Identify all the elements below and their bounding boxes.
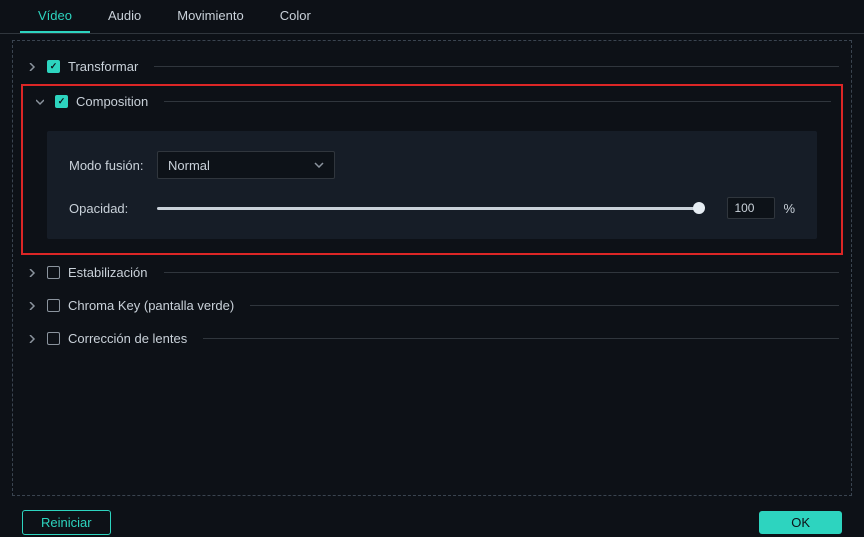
section-title-chromakey: Chroma Key (pantalla verde) <box>68 298 234 313</box>
opacity-row: Opacidad: % <box>69 197 795 219</box>
tab-movimiento[interactable]: Movimiento <box>159 0 261 33</box>
chevron-right-icon <box>25 332 39 346</box>
blend-mode-value: Normal <box>168 158 210 173</box>
checkbox-composition[interactable]: ✓ <box>55 95 68 108</box>
tab-video[interactable]: Vídeo <box>20 0 90 33</box>
section-estabilizacion: Estabilización <box>21 257 843 288</box>
tab-bar: Vídeo Audio Movimiento Color <box>0 0 864 34</box>
tab-color[interactable]: Color <box>262 0 329 33</box>
slider-thumb[interactable] <box>693 202 705 214</box>
opacity-label: Opacidad: <box>69 201 157 216</box>
blend-mode-label: Modo fusión: <box>69 158 157 173</box>
section-transformar: ✓ Transformar <box>21 51 843 82</box>
opacity-slider[interactable] <box>157 207 699 210</box>
chevron-right-icon <box>25 60 39 74</box>
tab-audio[interactable]: Audio <box>90 0 159 33</box>
section-title-correccion: Corrección de lentes <box>68 331 187 346</box>
chevron-right-icon <box>25 299 39 313</box>
checkbox-chromakey[interactable] <box>47 299 60 312</box>
divider <box>154 66 839 67</box>
reset-button[interactable]: Reiniciar <box>22 510 111 535</box>
section-title-estabilizacion: Estabilización <box>68 265 148 280</box>
checkbox-estabilizacion[interactable] <box>47 266 60 279</box>
chevron-down-icon <box>314 160 324 171</box>
section-title-transformar: Transformar <box>68 59 138 74</box>
section-title-composition: Composition <box>76 94 148 109</box>
divider <box>250 305 839 306</box>
section-composition-highlight: ✓ Composition Modo fusión: Normal Opacid… <box>21 84 843 255</box>
blend-mode-row: Modo fusión: Normal <box>69 151 795 179</box>
section-header-correccion[interactable]: Corrección de lentes <box>21 323 843 354</box>
footer: Reiniciar OK <box>0 496 864 535</box>
checkbox-transformar[interactable]: ✓ <box>47 60 60 73</box>
section-correccion: Corrección de lentes <box>21 323 843 354</box>
chevron-down-icon <box>33 95 47 109</box>
divider <box>203 338 839 339</box>
section-header-transformar[interactable]: ✓ Transformar <box>21 51 843 82</box>
section-header-estabilizacion[interactable]: Estabilización <box>21 257 843 288</box>
chevron-right-icon <box>25 266 39 280</box>
section-chromakey: Chroma Key (pantalla verde) <box>21 290 843 321</box>
blend-mode-select[interactable]: Normal <box>157 151 335 179</box>
properties-panel: ✓ Transformar ✓ Composition Modo fusión:… <box>12 40 852 496</box>
section-header-composition[interactable]: ✓ Composition <box>29 86 835 117</box>
checkbox-correccion[interactable] <box>47 332 60 345</box>
divider <box>164 272 840 273</box>
section-composition: ✓ Composition Modo fusión: Normal Opacid… <box>29 86 835 239</box>
ok-button[interactable]: OK <box>759 511 842 534</box>
percent-label: % <box>783 201 795 216</box>
opacity-input[interactable] <box>727 197 775 219</box>
divider <box>164 101 831 102</box>
section-header-chromakey[interactable]: Chroma Key (pantalla verde) <box>21 290 843 321</box>
composition-body: Modo fusión: Normal Opacidad: % <box>47 131 817 239</box>
